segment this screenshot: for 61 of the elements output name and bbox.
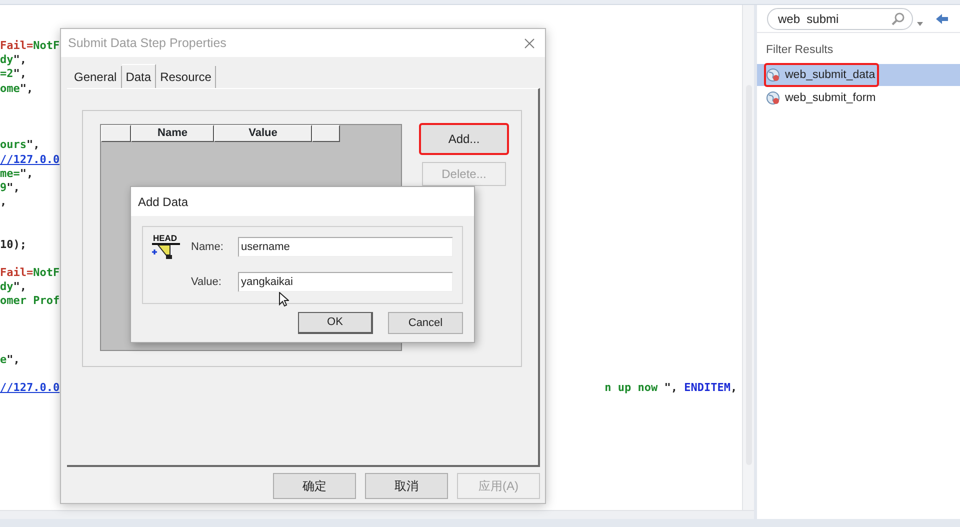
code-text: ",: [6, 180, 20, 196]
filter-results-label: Filter Results: [765, 43, 834, 58]
code-string: me=: [0, 166, 20, 181]
code-text: ,: [0, 195, 7, 210]
code-string: dy: [0, 53, 14, 68]
code-string: ours: [0, 138, 26, 153]
dialog-button[interactable]: OK: [298, 312, 373, 334]
mouse-cursor-icon: [279, 292, 289, 307]
code-keyword: Fail=: [0, 266, 34, 280]
search-icon: [891, 12, 905, 26]
code-string: NotF: [33, 39, 60, 54]
code-text: ",: [13, 53, 26, 68]
result-label: web_submit_form: [785, 90, 876, 106]
column-header[interactable]: Name: [131, 125, 214, 142]
code-text: ",: [13, 280, 26, 294]
code-link[interactable]: //127.0.0: [0, 152, 60, 167]
field-label: Name:: [191, 240, 224, 255]
field-label: Value:: [191, 274, 222, 290]
code-text: ",: [664, 380, 678, 396]
tab[interactable]: Data: [122, 64, 156, 88]
code-string: omer Prof: [0, 294, 60, 309]
globe-icon: [766, 91, 780, 106]
code-string: =2: [0, 67, 14, 82]
code-text: ",: [20, 82, 34, 96]
vertical-scrollbar[interactable]: [742, 5, 754, 510]
code-text: ",: [20, 166, 34, 181]
dialog-button[interactable]: Cancel: [388, 312, 463, 334]
grid-header-cell: [101, 125, 131, 142]
horizontal-scrollbar[interactable]: [0, 510, 754, 519]
input-field[interactable]: username: [238, 237, 453, 257]
code-string: n up now: [604, 380, 659, 396]
column-header[interactable]: Value: [214, 125, 312, 142]
code-string: NotF: [33, 266, 60, 280]
code-string: e: [0, 352, 7, 367]
input-field[interactable]: yangkaikai: [238, 272, 453, 292]
dialog-button[interactable]: Add...: [420, 124, 508, 154]
dialog-button[interactable]: 确定: [273, 473, 356, 499]
dialog-title: Submit Data Step Properties: [68, 34, 226, 52]
result-item[interactable]: web_submit_data: [757, 64, 960, 86]
code-string: dy: [0, 280, 14, 294]
code-string: 9: [0, 180, 7, 196]
close-icon[interactable]: [524, 38, 535, 48]
code-text: ",: [6, 352, 20, 367]
result-label: web_submit_data: [785, 68, 876, 83]
code-link[interactable]: //127.0.0: [0, 380, 60, 396]
code-keyword: Fail=: [0, 39, 34, 54]
code-constant: ENDITEM: [684, 380, 730, 396]
search-field[interactable]: web submi: [767, 8, 913, 30]
grid-header-cell: [312, 125, 340, 142]
code-string: ome: [0, 82, 20, 96]
back-arrow-icon[interactable]: [935, 12, 949, 24]
code-text: ,: [730, 380, 738, 396]
code-text: ",: [13, 67, 26, 82]
dialog-button[interactable]: 取消: [365, 473, 448, 499]
globe-icon: [766, 68, 780, 82]
code-text: ",: [26, 138, 40, 153]
tab[interactable]: Resource: [156, 66, 216, 88]
code-text: 10);: [0, 238, 26, 252]
dialog-title: Add Data: [131, 187, 474, 216]
dropdown-caret-icon[interactable]: [917, 22, 923, 27]
result-item[interactable]: web_submit_form: [757, 87, 960, 110]
